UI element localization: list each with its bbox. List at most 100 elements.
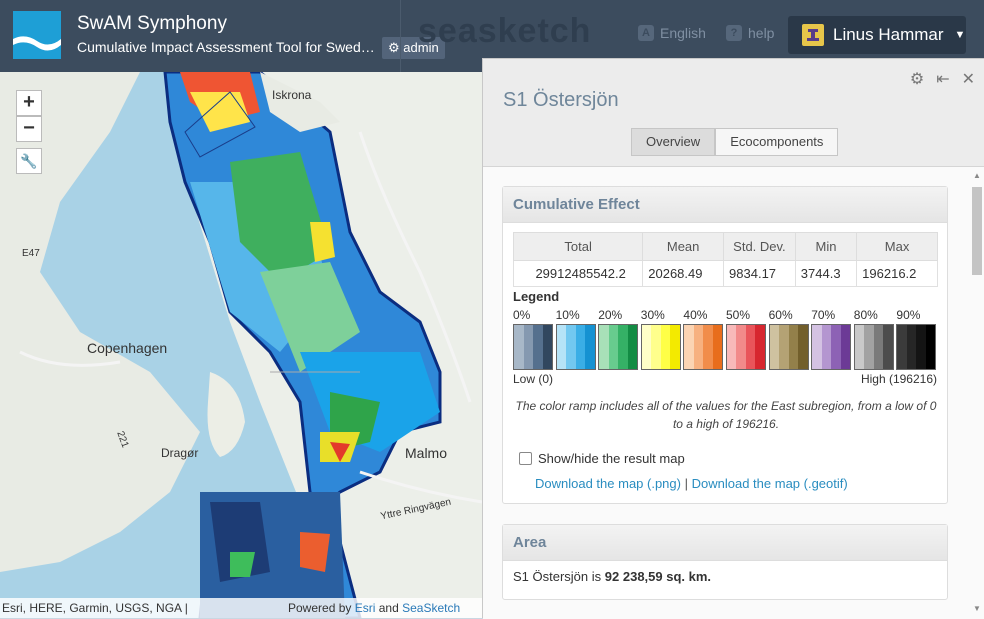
ramp-swatch [533,325,543,369]
tab-ecocomponents[interactable]: Ecocomponents [715,128,839,156]
map-attribution: Esri, HERE, Garmin, USGS, NGA | Powered … [0,598,482,618]
legend-percent-label: 50% [726,308,751,322]
ramp-swatch [812,325,822,369]
undock-icon[interactable]: ⇤ [936,69,949,89]
ramp-swatch [523,325,533,369]
ramp-swatch [769,325,780,369]
ramp-swatch [703,325,713,369]
gear-icon[interactable]: ⚙ [910,69,924,89]
legend-percent-label: 20% [598,308,623,322]
ramp-swatch-group [640,324,681,370]
legend-percent-label: 80% [853,308,878,322]
ramp-swatch-group [768,324,809,370]
ramp-swatch [556,325,567,369]
ramp-swatch [840,325,851,369]
seasketch-brand: seasketch [418,12,592,50]
panel-title: S1 Östersjön [503,89,619,111]
language-selector[interactable]: A English [638,25,706,41]
cell-min: 3744.3 [794,260,858,287]
ramp-swatch [651,325,661,369]
ramp-swatch-group [853,324,894,370]
checkbox[interactable] [519,452,532,465]
ramp-swatch [542,325,552,369]
download-geotif-link[interactable]: Download the map (.geotif) [692,476,848,491]
ramp-swatch-group [725,324,766,370]
help-link[interactable]: ? help [726,25,774,41]
table-row: 29912485542.2 20268.49 9834.17 3744.3 19… [512,260,938,287]
ramp-swatch [684,325,694,369]
result-map-toggle[interactable]: Show/hide the result map [519,451,685,466]
user-menu-button[interactable]: Linus Hammar ▼ [788,16,966,54]
ramp-swatch [670,325,680,369]
ramp-swatch [726,325,737,369]
ramp-swatch [916,325,926,369]
column-header: Total [512,232,644,261]
ramp-swatch [627,325,638,369]
ramp-swatch [779,325,789,369]
ramp-swatch [854,325,865,369]
legend-percent-label: 30% [640,308,665,322]
cumulative-effect-card: Cumulative Effect Total Mean Std. Dev. M… [502,186,948,504]
ramp-swatch-group [513,324,553,370]
ramp-swatch [736,325,746,369]
ramp-swatch [883,325,893,369]
scrollbar[interactable]: ▲ ▼ [971,171,983,613]
ramp-swatch [745,325,756,369]
ramp-swatch [788,325,799,369]
wrench-icon[interactable]: 🔧 [16,148,42,174]
tab-overview[interactable]: Overview [631,128,716,156]
ramp-swatch [798,325,808,369]
card-heading: Cumulative Effect [503,187,947,223]
map-label-copenhagen: Copenhagen [87,340,168,356]
panel-header: ⚙ ⇤ ✕ S1 Östersjön Overview Ecocomponent… [483,59,984,167]
zoom-out-button[interactable]: − [16,116,42,142]
app-logo [13,11,61,59]
header-divider [400,0,401,72]
legend-low-label: Low (0) [513,372,554,386]
ramp-swatch [575,325,586,369]
column-header: Std. Dev. [723,232,796,261]
ramp-swatch [514,325,524,369]
cell-mean: 20268.49 [642,260,725,287]
map-label-highway: E47 [22,248,40,259]
download-png-link[interactable]: Download the map (.png) [535,476,681,491]
esri-link[interactable]: Esri [355,601,376,615]
scroll-thumb[interactable] [972,187,982,275]
zoom-in-button[interactable]: + [16,90,42,116]
close-icon[interactable]: ✕ [962,69,975,89]
column-header: Mean [642,232,725,261]
cell-total: 29912485542.2 [512,260,644,287]
map-label-iskrona: Iskrona [272,88,312,102]
legend-percent-label: 60% [768,308,793,322]
map-label-malmo: Malmo [405,445,448,461]
map-label-dragor: Dragør [161,446,199,460]
user-name: Linus Hammar [833,25,944,44]
help-icon: ? [726,25,742,41]
ramp-swatch [693,325,704,369]
scroll-down-icon[interactable]: ▼ [971,604,983,613]
avatar [802,24,824,46]
panel-body[interactable]: Cumulative Effect Total Mean Std. Dev. M… [483,167,984,619]
area-value: S1 Östersjön is 92 238,59 sq. km. [513,569,712,584]
seasketch-link[interactable]: SeaSketch [402,601,460,615]
legend-percent-labels: 0% 10% 20% 30% 40% 50% 60% 70% 80% 90% [513,308,939,324]
ramp-swatch [821,325,832,369]
area-card: Area S1 Östersjön is 92 238,59 sq. km. [502,524,948,600]
app-subtitle: Cumulative Impact Assessment Tool for Sw… [77,39,377,55]
legend-percent-label: 40% [683,308,708,322]
app-title: SwAM Symphony [77,13,227,34]
map-view[interactable]: + − 🔧 Copenhagen Malmo Dragør Iskrona Yt… [0,72,482,618]
cell-stddev: 9834.17 [723,260,796,287]
legend-percent-label: 90% [896,308,921,322]
ramp-swatch [873,325,884,369]
cell-max: 196216.2 [856,260,938,287]
panel-toolbar: ⚙ ⇤ ✕ [910,69,975,89]
scroll-up-icon[interactable]: ▲ [971,171,983,180]
legend-note: The color ramp includes all of the value… [515,399,937,431]
ramp-swatch [641,325,652,369]
ramp-swatch [712,325,723,369]
report-panel: ⚙ ⇤ ✕ S1 Östersjön Overview Ecocomponent… [482,58,984,619]
language-icon: A [638,25,654,41]
ramp-swatch-group [555,324,596,370]
legend-title: Legend [513,289,560,304]
